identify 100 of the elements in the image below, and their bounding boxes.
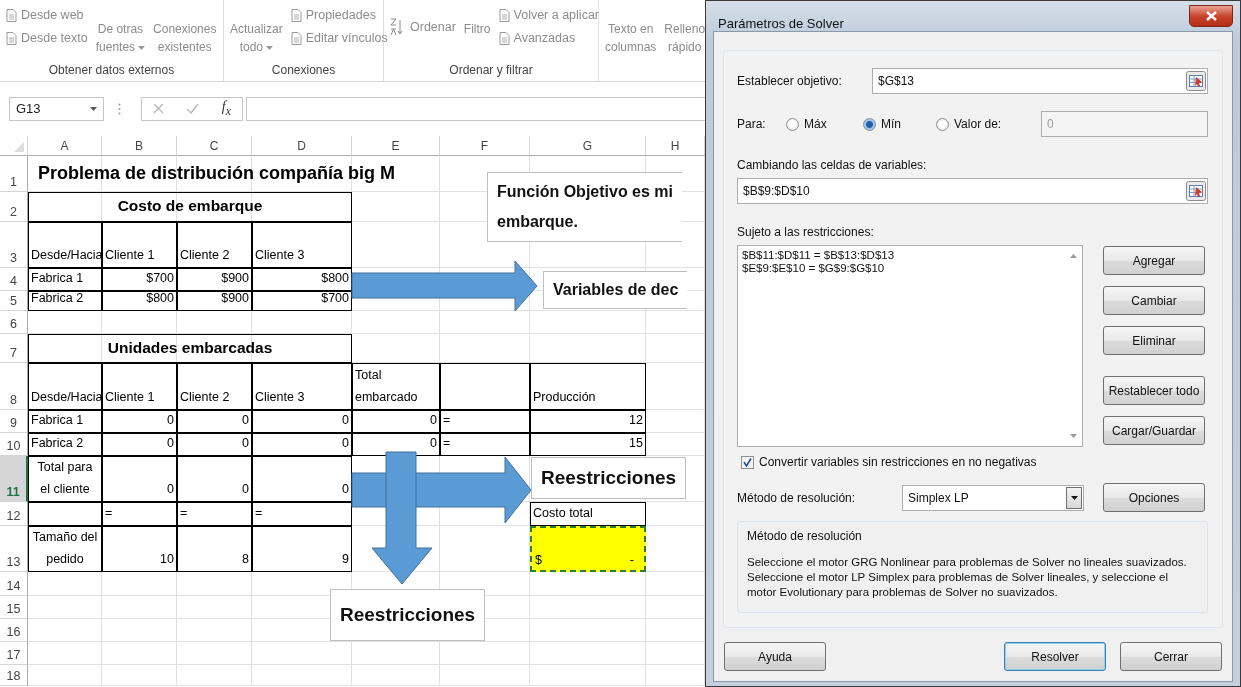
column-header[interactable]: B [102,136,177,156]
range-picker-icon[interactable] [1186,71,1206,91]
table-cell[interactable]: 0 [102,456,177,502]
table-cell[interactable]: = [440,433,530,456]
table-cell[interactable]: = [252,502,352,526]
table-cell[interactable]: Cliente 1 [102,363,177,410]
dialog-button[interactable]: Cerrar [1120,642,1222,671]
table-cell[interactable]: 0 [177,410,252,433]
row-header[interactable]: 13 [0,526,28,572]
table-cell[interactable]: Total embarcado [352,363,440,410]
table-cell[interactable]: Tamaño del pedido [28,526,102,572]
name-box[interactable]: G13 [9,96,104,121]
column-header[interactable]: A [28,136,102,156]
insert-function-button[interactable]: f$_{x}$ [221,99,231,118]
table-cell[interactable]: Desde/Hacia [28,222,102,268]
table-cell[interactable]: 0 [352,433,440,456]
row-header[interactable]: 3 [0,222,28,268]
column-header[interactable]: E [352,136,440,156]
dialog-button[interactable]: Ayuda [724,642,826,671]
table-cell[interactable]: $700 [252,291,352,311]
row-header[interactable]: 15 [0,596,28,619]
row-header[interactable]: 12 [0,502,28,526]
table-cell[interactable]: Fabrica 1 [28,268,102,291]
total-cell[interactable]: $ - [530,526,646,572]
scroll-up-icon[interactable] [1070,254,1077,258]
table-cell[interactable]: Fabrica 1 [28,410,102,433]
table-cell[interactable]: Total para el cliente [28,456,102,502]
sheet-title[interactable]: Problema de distribución compañía big M [28,156,440,192]
table-cell[interactable]: 0 [352,410,440,433]
table-cell[interactable]: 10 [102,526,177,572]
row-header[interactable]: 11 [0,456,28,502]
constraints-list[interactable]: $B$11:$D$11 = $B$13:$D$13 $E$9:$E$10 = $G$9:$G$10 [737,245,1083,447]
table-heading[interactable]: Costo de embarque [28,192,352,222]
dialog-button[interactable]: Restablecer todo [1103,376,1205,405]
table-cell[interactable]: $700 [102,268,177,291]
row-header[interactable]: 2 [0,192,28,222]
table-cell[interactable]: Costo total [530,502,646,526]
table-cell[interactable]: 15 [530,433,646,456]
check-icon[interactable] [186,103,200,114]
row-header[interactable]: 9 [0,410,28,433]
table-cell[interactable] [28,502,102,526]
table-cell[interactable] [440,363,530,410]
table-cell[interactable]: $800 [102,291,177,311]
checkbox[interactable] [741,455,754,469]
list-item[interactable]: $B$11:$D$11 = $B$13:$D$13 [742,249,1061,262]
row-header[interactable]: 5 [0,291,28,311]
dialog-button[interactable]: Cargar/Guardar [1103,416,1205,445]
table-cell[interactable]: Fabrica 2 [28,433,102,456]
drag-handle-icon[interactable] [118,102,121,115]
column-header[interactable]: F [440,136,530,156]
table-cell[interactable]: 0 [102,433,177,456]
formula-input[interactable] [246,96,705,121]
table-cell[interactable]: Cliente 2 [177,363,252,410]
checkbox-label[interactable]: Convertir variables sin restricciones en no negativas [759,455,1037,469]
table-cell[interactable]: Producción [530,363,646,410]
column-header[interactable]: C [177,136,252,156]
table-cell[interactable]: Cliente 3 [252,222,352,268]
table-cell[interactable]: = [177,502,252,526]
variables-field[interactable]: $B$9:$D$10 [737,178,1208,204]
table-cell[interactable]: Cliente 1 [102,222,177,268]
dialog-button[interactable]: Eliminar [1103,326,1205,355]
range-picker-icon[interactable] [1186,181,1206,201]
table-heading[interactable]: Unidades embarcadas [28,334,352,363]
dialog-button[interactable]: Cambiar [1103,286,1205,315]
cancel-icon[interactable] [153,103,165,114]
table-cell[interactable]: 0 [252,456,352,502]
column-header[interactable]: D [252,136,352,156]
table-cell[interactable]: Fabrica 2 [28,291,102,311]
row-header[interactable]: 16 [0,619,28,642]
row-header[interactable]: 7 [0,334,28,363]
table-cell[interactable]: 0 [252,433,352,456]
table-cell[interactable]: 12 [530,410,646,433]
scroll-down-icon[interactable] [1070,434,1077,438]
method-dropdown[interactable]: Simplex LP [902,484,1084,511]
row-header[interactable]: 8 [0,363,28,410]
table-cell[interactable]: = [440,410,530,433]
column-header[interactable]: G [530,136,646,156]
table-cell[interactable]: Desde/Hacia [28,363,102,410]
table-cell[interactable]: 8 [177,526,252,572]
row-header[interactable]: 6 [0,311,28,334]
table-cell[interactable]: 0 [252,410,352,433]
close-button[interactable] [1189,5,1233,27]
dialog-button[interactable]: Resolver [1004,642,1106,671]
table-cell[interactable]: $900 [177,268,252,291]
row-header[interactable]: 1 [0,156,28,192]
row-header[interactable]: 17 [0,642,28,665]
row-header[interactable]: 4 [0,268,28,291]
table-cell[interactable]: $800 [252,268,352,291]
row-header[interactable]: 18 [0,665,28,686]
table-cell[interactable]: $900 [177,291,252,311]
dialog-button[interactable]: Opciones [1103,483,1205,512]
table-cell[interactable]: 0 [177,433,252,456]
objective-field[interactable]: $G$13 [872,68,1208,94]
table-cell[interactable]: 9 [252,526,352,572]
table-cell[interactable]: Cliente 2 [177,222,252,268]
row-header[interactable]: 10 [0,433,28,456]
list-item[interactable]: $E$9:$E$10 = $G$9:$G$10 [742,262,1061,275]
table-cell[interactable]: Cliente 3 [252,363,352,410]
table-cell[interactable]: = [102,502,177,526]
dialog-button[interactable]: Agregar [1103,246,1205,275]
